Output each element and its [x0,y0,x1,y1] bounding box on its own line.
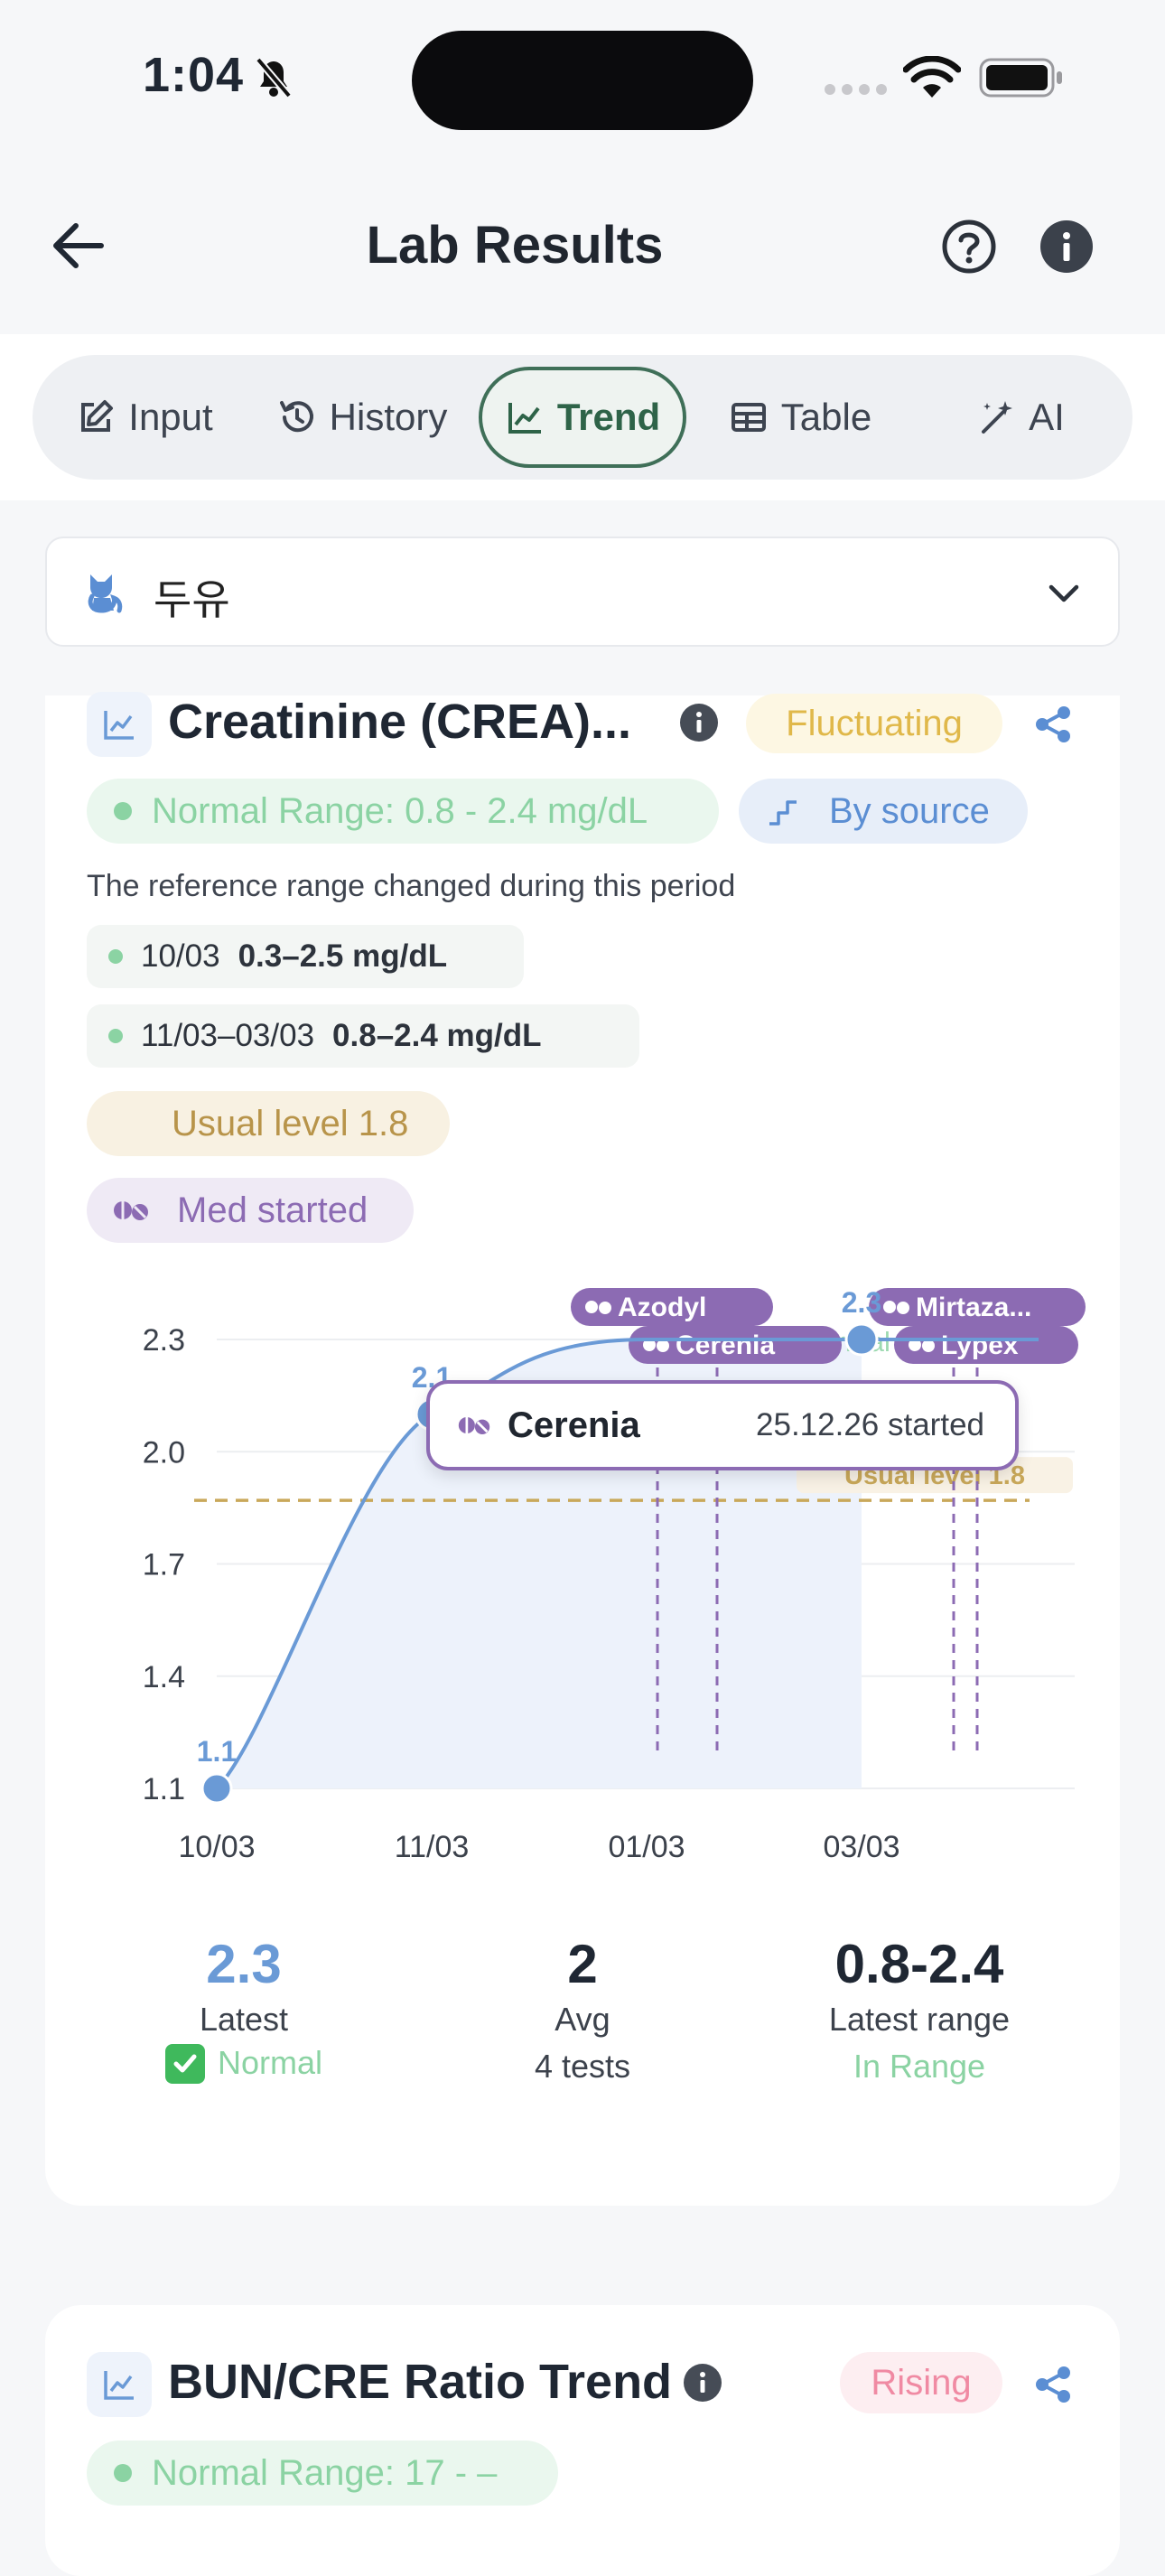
pet-name: 두유 [154,576,230,623]
trend-chart-icon [508,403,541,434]
x-tick-label: 01/03 [608,1830,685,1864]
check-icon [164,2044,205,2084]
avg-count: 4 tests [534,2048,631,2085]
share-icon[interactable] [1033,2365,1073,2404]
tab-ai-label: AI [1029,396,1065,438]
tab-input-label: Input [128,396,213,438]
med-started-label: Med started [177,1190,368,1230]
range-changed-note: The reference range changed during this … [87,869,736,903]
trend-badge-rising: Rising [840,2352,1002,2413]
tab-trend-label: Trend [556,396,661,438]
tab-input[interactable]: Input [63,367,226,468]
info-icon[interactable] [1039,219,1095,275]
pills-icon [114,1201,148,1220]
tab-trend[interactable]: Trend [479,367,686,468]
y-tick-label: 1.4 [143,1660,185,1694]
dynamic-island [412,31,753,130]
line-chart-icon [104,2371,134,2400]
med-tag-label: Mirtaza... [916,1293,1031,1322]
normal-range-label-2: Normal Range: 17 - – [152,2452,498,2493]
latest-value: 2.3 [206,1934,282,1994]
latest-status-label: Normal [217,2044,322,2081]
tab-history-label: History [329,396,448,438]
range-status: In Range [853,2048,986,2085]
tooltip-med-name: Cerenia [508,1405,640,1445]
latest-label: Latest [199,2001,289,2038]
range-period: 11/03–03/03 [141,1018,315,1053]
magic-wand-icon [982,401,1013,434]
status-time: 1:04 [143,48,245,102]
tab-ai[interactable]: AI [957,367,1084,468]
history-icon [279,401,313,433]
med-tag-label: Cerenia [676,1330,775,1360]
y-tick-label: 1.1 [143,1772,185,1806]
med-tooltip: Cerenia 25.12.26 started [426,1380,1019,1470]
creatinine-trend-chart[interactable]: Usual level 1.8Normal Range AzodylCereni… [45,1265,1120,1879]
y-tick-label: 2.0 [143,1435,185,1470]
data-label: 1.1 [197,1735,237,1768]
battery-icon [979,58,1062,98]
normal-range-chip-2: Normal Range: 17 - – [87,2441,558,2506]
page-title: Lab Results [366,216,664,275]
by-source-toggle[interactable]: By source [739,779,1028,844]
step-chart-icon [769,800,797,826]
range-dot [114,802,132,820]
chevron-down-icon[interactable] [1046,582,1082,605]
range-row-2: 11/03–03/03 0.8–2.4 mg/dL [87,1004,639,1068]
tab-table[interactable]: Table [719,367,881,468]
info-icon[interactable] [679,703,719,742]
tab-table-label: Table [780,396,872,438]
y-tick-label: 2.3 [143,1323,185,1358]
range-value: 0.8-2.4 [834,1934,1004,1994]
stat-latest: 2.3 Latest Normal [90,1933,397,2084]
med-tag-label: Azodyl [618,1293,706,1322]
range-dot [114,2464,132,2482]
data-label: 2.3 [842,1286,881,1319]
usual-level-chip[interactable]: Usual level 1.8 [87,1091,450,1156]
line-chart-icon [104,711,134,740]
cellular-signal-icon [825,84,887,95]
range-row-1: 10/03 0.3–2.5 mg/dL [87,925,524,988]
normal-range-label: Normal Range: 0.8 - 2.4 mg/dL [152,790,648,831]
help-icon[interactable] [941,219,997,275]
table-icon [731,403,766,432]
stat-average: 2 Avg 4 tests [429,1933,736,2086]
card-chart-badge [87,2352,152,2417]
card-chart-badge [87,692,152,757]
range-dot [108,949,123,964]
bell-muted-icon [255,57,293,98]
range-dot [108,1029,123,1043]
med-started-chip[interactable]: Med started [87,1178,414,1243]
x-tick-label: 10/03 [178,1830,255,1864]
tab-history[interactable]: History [267,367,457,468]
trend-badge: Fluctuating [746,694,1002,753]
avg-label: Avg [555,2001,610,2038]
card2-title: BUN/CRE Ratio Trend [168,2355,673,2409]
data-point [200,1772,233,1805]
by-source-label: By source [829,790,990,831]
pills-icon [458,1416,490,1434]
normal-range-chip: Normal Range: 0.8 - 2.4 mg/dL [87,779,719,844]
tooltip-med-detail: 25.12.26 started [756,1407,984,1442]
range-value: 0.3–2.5 mg/dL [238,938,448,974]
x-tick-label: 03/03 [823,1830,899,1864]
share-icon[interactable] [1033,705,1073,744]
range-label: Latest range [828,2001,1011,2038]
range-period: 10/03 [141,938,220,974]
data-point [844,1322,879,1357]
edit-icon [81,400,114,432]
card-title: Creatinine (CREA)... [168,695,632,749]
latest-status: Normal [90,2044,397,2084]
stat-range: 0.8-2.4 Latest range In Range [766,1933,1073,2086]
x-tick-label: 11/03 [395,1830,470,1864]
range-value: 0.8–2.4 mg/dL [332,1018,542,1053]
med-tag-label: Lypex [941,1330,1019,1360]
cat-icon [88,574,123,613]
y-tick-label: 1.7 [143,1548,185,1582]
info-icon[interactable] [683,2363,722,2403]
wifi-icon [903,56,961,98]
avg-value: 2 [567,1934,598,1994]
